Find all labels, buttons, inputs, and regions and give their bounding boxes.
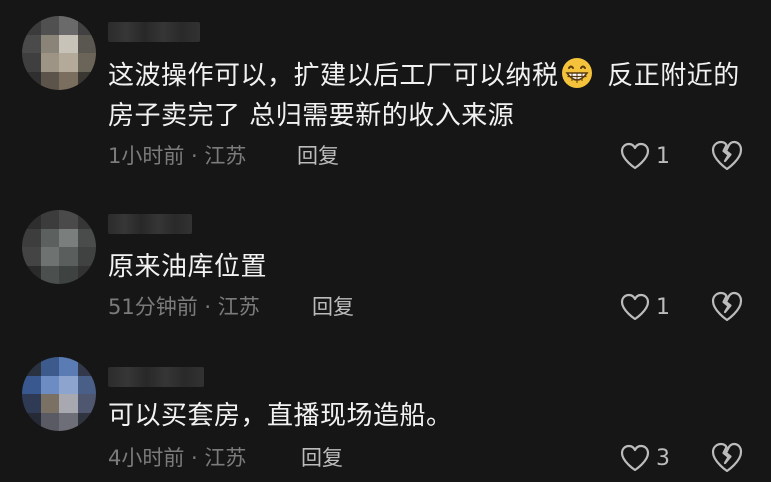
heart-outline-icon	[620, 293, 650, 321]
comment-item: 这波操作可以，扩建以后工厂可以纳税 反正附近的房子卖完了 总归需要新的收入来源 …	[0, 0, 771, 185]
avatar-pixelated-image	[22, 16, 96, 90]
reply-button[interactable]: 回复	[312, 292, 354, 322]
broken-heart-icon[interactable]	[710, 441, 744, 475]
like-count: 3	[656, 445, 670, 471]
avatar-pixelated-image	[22, 357, 96, 431]
comment-text-part-1: 这波操作可以，扩建以后工厂可以纳税	[108, 61, 559, 91]
like-button[interactable]: 3	[620, 441, 670, 475]
grinning-face-icon	[561, 58, 592, 88]
broken-heart-icon[interactable]	[710, 290, 744, 324]
comment-list: 这波操作可以，扩建以后工厂可以纳税 反正附近的房子卖完了 总归需要新的收入来源 …	[0, 0, 771, 482]
comment-time-location: 4小时前 · 江苏	[108, 446, 247, 470]
comment-text: 可以买套房，直播现场造船。	[108, 401, 453, 431]
comment-item: 原来油库位置 51分钟前 · 江苏 回复 1	[0, 200, 771, 340]
username-redacted[interactable]	[108, 214, 192, 234]
avatar-pixelated-image	[22, 210, 96, 284]
like-button[interactable]: 1	[620, 290, 670, 324]
comment-item: 可以买套房，直播现场造船。 4小时前 · 江苏 回复 3	[0, 350, 771, 482]
reply-button[interactable]: 回复	[297, 141, 339, 171]
like-count: 1	[656, 143, 670, 169]
username-redacted[interactable]	[108, 367, 204, 387]
comment-text: 原来油库位置	[108, 252, 268, 282]
like-count: 1	[656, 294, 670, 320]
reply-button[interactable]: 回复	[301, 443, 343, 473]
comment-time-location: 51分钟前 · 江苏	[108, 295, 260, 319]
comment-text: 这波操作可以，扩建以后工厂可以纳税 反正附近的房子卖完了 总归需要新的收入来源	[108, 56, 748, 136]
broken-heart-icon[interactable]	[710, 139, 744, 173]
comment-time-location: 1小时前 · 江苏	[108, 144, 247, 168]
username-redacted[interactable]	[108, 22, 200, 42]
avatar[interactable]	[22, 357, 96, 431]
heart-outline-icon	[620, 444, 650, 472]
avatar[interactable]	[22, 210, 96, 284]
like-button[interactable]: 1	[620, 139, 670, 173]
heart-outline-icon	[620, 142, 650, 170]
avatar[interactable]	[22, 16, 96, 90]
